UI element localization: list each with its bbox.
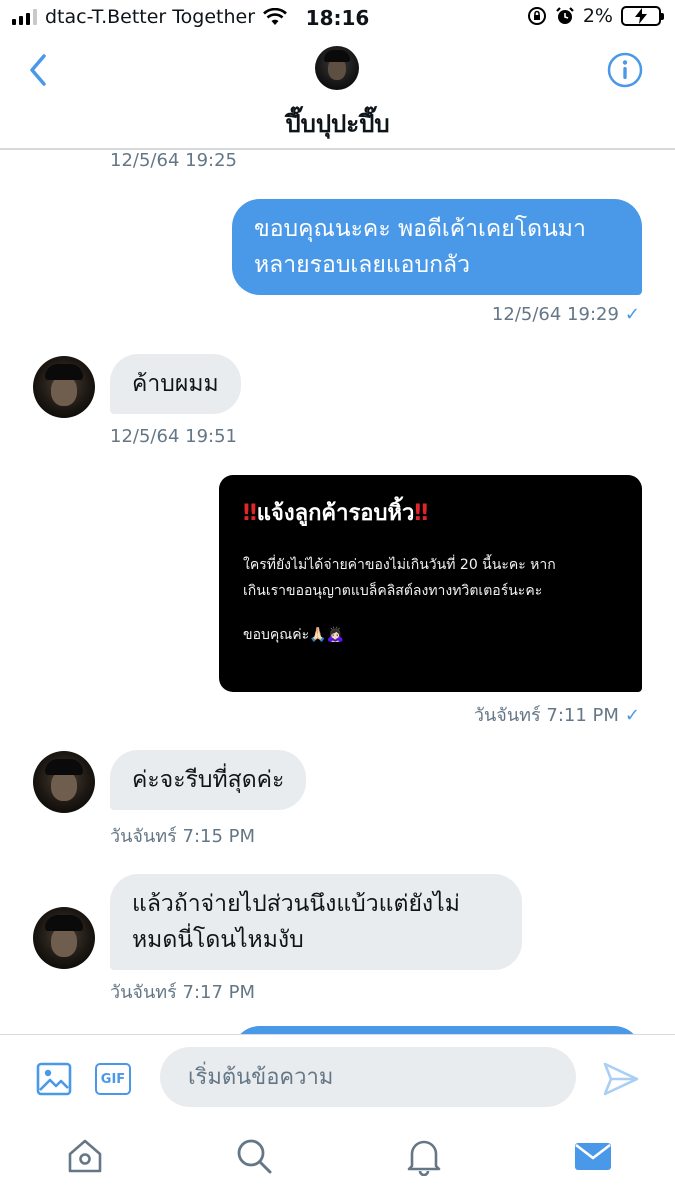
timestamp-text: 12/5/64 19:29 bbox=[491, 304, 619, 325]
sender-avatar[interactable] bbox=[33, 751, 95, 813]
image-body-line: เกินเราขออนุญาตแบล็คลิสต์ลงทางทวิตเตอร์น… bbox=[243, 583, 543, 599]
message-composer: GIF bbox=[0, 1034, 675, 1122]
message-input[interactable] bbox=[160, 1047, 576, 1107]
incoming-message[interactable]: ค่ะจะรีบที่สุดค่ะ bbox=[110, 750, 307, 810]
header-avatar[interactable] bbox=[315, 46, 359, 90]
image-title-text: แจ้งลูกค้ารอบหิ้ว bbox=[256, 501, 415, 526]
message-text: ค่ะจะรีบที่สุดค่ะ bbox=[132, 767, 285, 793]
sender-avatar[interactable] bbox=[33, 907, 95, 969]
status-bar: dtac-T.Better Together 18:16 2% bbox=[0, 0, 675, 36]
image-body: ใครที่ยังไม่ได้จ่ายค่าของไม่เกินวันที่ 2… bbox=[243, 552, 618, 604]
message-text-line: หมดนี่โดนไหมงับ bbox=[132, 927, 304, 953]
image-message[interactable]: ‼แจ้งลูกค้ารอบหิ้ว‼ ใครที่ยังไม่ได้จ่ายค… bbox=[219, 475, 642, 692]
message-timestamp: 12/5/64 19:29 ✓ bbox=[492, 304, 640, 325]
message-timestamp: วันจันทร์ 7:15 PM bbox=[110, 826, 256, 847]
bottom-tab-bar bbox=[0, 1122, 675, 1200]
image-title: ‼แจ้งลูกค้ารอบหิ้ว‼ bbox=[243, 495, 618, 530]
incoming-message[interactable]: แล้วถ้าจ่ายไปส่วนนึงแบ้วแต่ยังไม่ หมดนี่… bbox=[110, 874, 522, 970]
send-icon[interactable] bbox=[602, 1061, 640, 1097]
bell-icon[interactable] bbox=[404, 1136, 444, 1176]
sent-check-icon: ✓ bbox=[624, 304, 640, 325]
message-text-line: แล้วถ้าจ่ายไปส่วนนึงแบ้วแต่ยังไม่ bbox=[132, 891, 460, 917]
double-exclamation-icon: ‼ bbox=[243, 501, 257, 526]
mail-icon[interactable] bbox=[573, 1136, 613, 1176]
image-icon[interactable] bbox=[36, 1061, 72, 1097]
double-exclamation-icon: ‼ bbox=[414, 501, 429, 526]
orientation-lock-icon bbox=[527, 7, 546, 25]
search-icon[interactable] bbox=[234, 1136, 274, 1176]
sent-check-icon: ✓ bbox=[624, 705, 640, 726]
message-timestamp: 12/5/64 19:25 bbox=[110, 150, 237, 171]
conversation-list[interactable]: 12/5/64 19:25 ขอบคุณนะคะ พอดีเค้าเคยโดนม… bbox=[0, 150, 675, 1034]
message-timestamp: วันจันทร์ 7:11 PM ✓ bbox=[474, 700, 640, 729]
gif-icon[interactable]: GIF bbox=[95, 1063, 131, 1095]
conversation-header: ปึ๊บปุปะปึ๊บ bbox=[0, 36, 675, 150]
timestamp-text: วันจันทร์ 7:11 PM bbox=[473, 705, 619, 726]
message-text-line: ขอบคุณนะคะ พอดีเค้าเคยโดนมา bbox=[254, 216, 586, 242]
home-icon[interactable] bbox=[65, 1136, 105, 1176]
conversation-title[interactable]: ปึ๊บปุปะปึ๊บ bbox=[0, 104, 675, 143]
outgoing-message[interactable]: ขอบคุณนะคะ พอดีเค้าเคยโดนมา หลายรอบเลยแอ… bbox=[232, 199, 642, 295]
message-timestamp: 12/5/64 19:51 bbox=[110, 426, 237, 447]
message-text-line: หลายรอบเลยแอบกลัว bbox=[254, 252, 471, 278]
sender-avatar[interactable] bbox=[33, 356, 95, 418]
message-timestamp: วันจันทร์ 7:17 PM bbox=[110, 982, 256, 1003]
info-button[interactable] bbox=[605, 50, 645, 90]
incoming-message[interactable]: ค้าบผมม bbox=[110, 354, 241, 414]
gif-label: GIF bbox=[100, 1071, 126, 1087]
image-thanks: ขอบคุณค่ะ🙏🏻🙇🏻‍♀️ bbox=[243, 627, 344, 643]
back-button[interactable] bbox=[22, 50, 58, 90]
battery-icon bbox=[621, 6, 664, 26]
outgoing-message[interactable] bbox=[232, 1026, 642, 1034]
message-text: ค้าบผมม bbox=[132, 371, 219, 397]
battery-percent: 2% bbox=[582, 5, 613, 27]
status-right: 2% bbox=[527, 5, 664, 27]
image-body-line: ใครที่ยังไม่ได้จ่ายค่าของไม่เกินวันที่ 2… bbox=[243, 557, 556, 573]
alarm-icon bbox=[556, 7, 574, 24]
